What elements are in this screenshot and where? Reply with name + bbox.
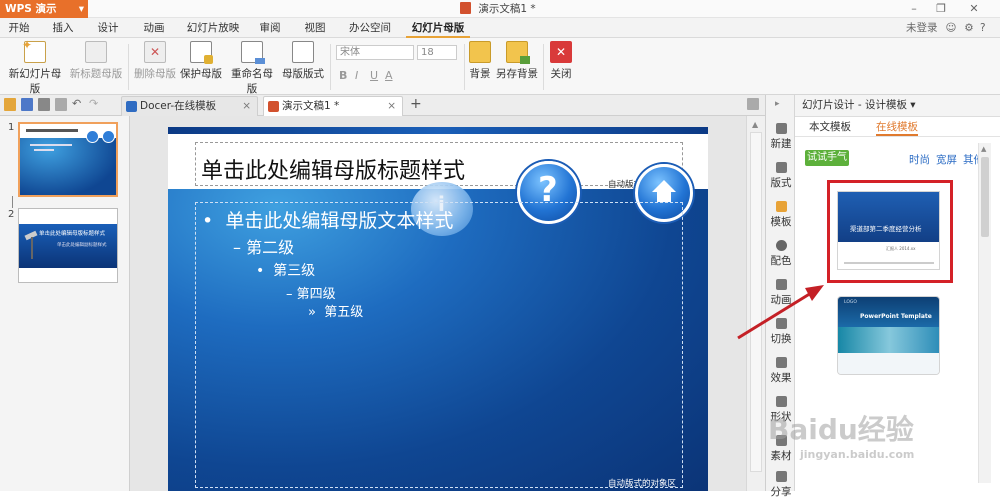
watermark-logo: Baidu经验 (768, 413, 914, 446)
watermark-url: jingyan.baidu.com (800, 448, 915, 461)
